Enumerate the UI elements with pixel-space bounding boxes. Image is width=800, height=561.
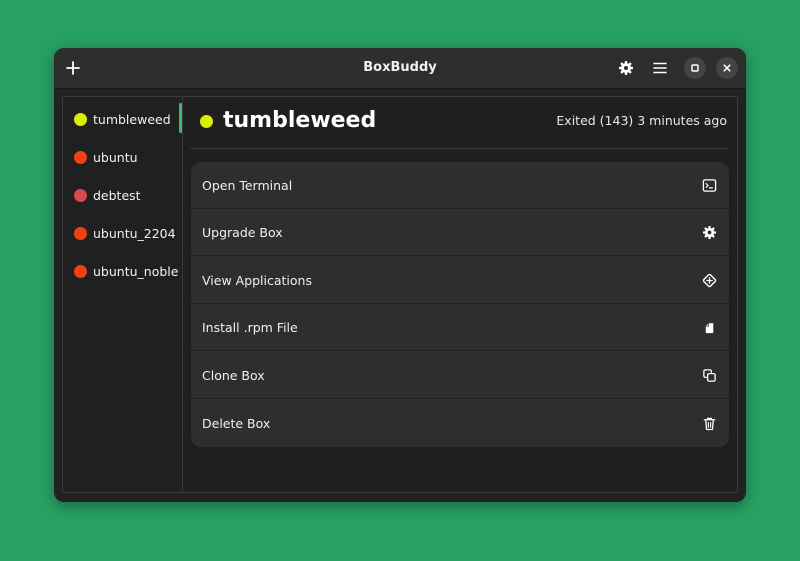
gear-icon bbox=[701, 224, 717, 240]
install-rpm-file-button[interactable]: Install .rpm File bbox=[191, 304, 729, 351]
trash-icon bbox=[701, 416, 717, 432]
sidebar-item-label: ubuntu_2204 bbox=[93, 225, 176, 241]
sidebar-item-ubuntu[interactable]: ubuntu bbox=[63, 140, 182, 174]
action-label: Open Terminal bbox=[202, 177, 293, 193]
status-dot bbox=[74, 264, 87, 278]
sidebar-item-label: tumbleweed bbox=[93, 111, 171, 127]
sidebar-item-tumbleweed[interactable]: tumbleweed bbox=[63, 102, 182, 136]
settings-button[interactable] bbox=[614, 56, 638, 80]
open-terminal-button[interactable]: Open Terminal bbox=[191, 162, 729, 209]
window-title: BoxBuddy bbox=[363, 60, 437, 75]
close-button[interactable] bbox=[716, 57, 738, 79]
boxbuddy-window: BoxBuddy tumbleweed ubuntu debtest ubunt… bbox=[54, 48, 746, 502]
sidebar-item-debtest[interactable]: debtest bbox=[63, 178, 182, 212]
delete-box-button[interactable]: Delete Box bbox=[191, 400, 729, 447]
clone-box-button[interactable]: Clone Box bbox=[191, 352, 729, 399]
actions-list: Open Terminal Upgrade Box View Applicati… bbox=[191, 162, 729, 447]
sidebar-box-list: tumbleweed ubuntu debtest ubuntu_2204 ub… bbox=[63, 97, 183, 492]
package-icon bbox=[701, 319, 717, 335]
status-dot bbox=[74, 112, 87, 126]
apps-icon bbox=[701, 272, 717, 288]
content-area: tumbleweed ubuntu debtest ubuntu_2204 ub… bbox=[62, 96, 738, 493]
action-label: Delete Box bbox=[202, 416, 271, 431]
sidebar-item-label: debtest bbox=[93, 187, 141, 203]
headerbar: BoxBuddy bbox=[54, 48, 746, 89]
sidebar-item-ubuntu-noble[interactable]: ubuntu_noble bbox=[63, 254, 182, 288]
upgrade-box-button[interactable]: Upgrade Box bbox=[191, 209, 729, 256]
maximize-button[interactable] bbox=[684, 57, 706, 79]
copy-icon bbox=[701, 367, 717, 383]
sidebar-item-ubuntu-2204[interactable]: ubuntu_2204 bbox=[63, 216, 182, 250]
maximize-icon bbox=[691, 64, 699, 72]
action-label: Clone Box bbox=[202, 367, 265, 383]
action-label: View Applications bbox=[202, 272, 312, 288]
add-box-button[interactable] bbox=[61, 56, 85, 80]
gear-icon bbox=[619, 61, 633, 75]
box-detail-panel: tumbleweed Exited (143) 3 minutes ago Op… bbox=[190, 97, 729, 492]
action-label: Install .rpm File bbox=[202, 319, 298, 335]
box-header: tumbleweed Exited (143) 3 minutes ago bbox=[190, 97, 729, 149]
box-title: tumbleweed bbox=[223, 108, 377, 133]
view-applications-button[interactable]: View Applications bbox=[191, 257, 729, 304]
main-menu-button[interactable] bbox=[648, 56, 672, 80]
plus-icon bbox=[66, 61, 80, 75]
status-dot bbox=[200, 115, 213, 128]
status-dot bbox=[74, 188, 87, 202]
box-status-text: Exited (143) 3 minutes ago bbox=[556, 113, 727, 128]
status-dot bbox=[74, 226, 87, 240]
close-icon bbox=[723, 64, 731, 72]
sidebar-item-label: ubuntu bbox=[93, 149, 138, 165]
action-label: Upgrade Box bbox=[202, 224, 283, 240]
status-dot bbox=[74, 150, 87, 164]
hamburger-menu-icon bbox=[653, 62, 667, 74]
terminal-icon bbox=[701, 177, 717, 193]
sidebar-item-label: ubuntu_noble bbox=[93, 263, 179, 279]
